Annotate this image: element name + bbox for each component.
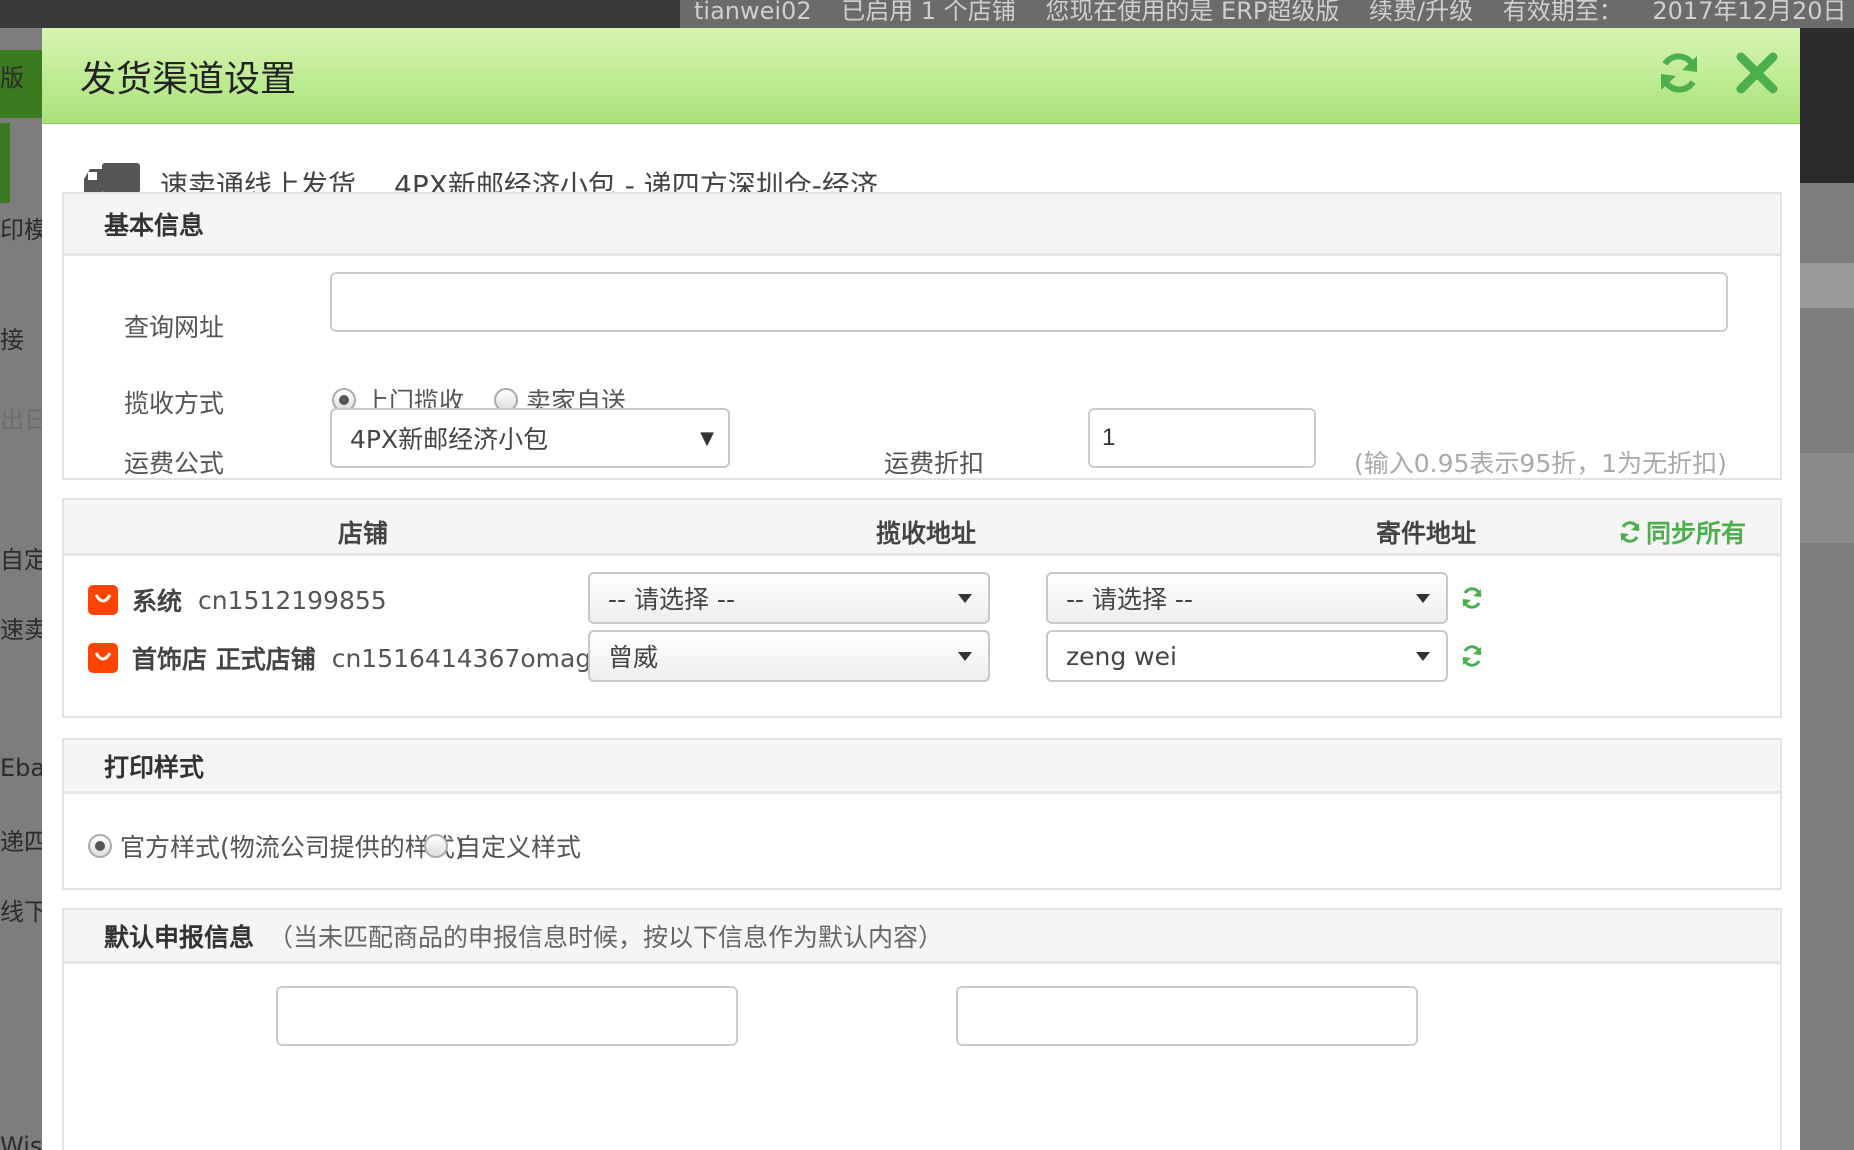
bg-left-item: 出日: [0, 406, 42, 434]
sync-all-label: 同步所有: [1646, 519, 1747, 548]
dropdown-arrow-icon: ▼: [700, 428, 714, 449]
discount-hint: (输入0.95表示95折，1为无折扣): [1354, 449, 1727, 478]
store-name: 首饰店 正式店铺: [132, 645, 316, 674]
dialog-header: 发货渠道设置: [42, 28, 1800, 124]
freight-formula-select[interactable]: 4PX新邮经济小包 ▼: [330, 408, 730, 468]
background-right-column: [1800, 28, 1854, 1150]
freight-discount-label: 运费折扣: [884, 449, 985, 478]
declare-field-2[interactable]: [956, 986, 1418, 1046]
radio-label: 自定义样式: [456, 833, 582, 862]
refresh-icon: [1620, 521, 1640, 543]
col-store: 店铺: [338, 519, 389, 548]
basic-info-header: 基本信息: [64, 194, 1780, 256]
select-value: 曾威: [608, 643, 659, 672]
sync-all-button[interactable]: 同步所有: [1618, 514, 1746, 550]
pickup-address-select[interactable]: 曾威: [588, 630, 990, 682]
store-name: 系统: [132, 587, 183, 616]
bg-left-item: 接: [0, 326, 24, 354]
query-url-input[interactable]: [330, 272, 1728, 332]
select-value: 4PX新邮经济小包: [350, 425, 549, 454]
store-row-name: 首饰店 正式店铺 cn1516414367omag: [88, 640, 591, 676]
refresh-icon[interactable]: [1656, 50, 1702, 96]
bg-left-item: Wis: [0, 1132, 42, 1150]
dialog-title: 发货渠道设置: [80, 59, 297, 100]
chevron-down-icon: [1416, 594, 1430, 603]
expiry-label: 有效期至：: [1502, 0, 1623, 25]
print-style-panel: 打印样式 官方样式(物流公司提供的样式) 自定义样式: [62, 738, 1782, 890]
radio-label: 官方样式(物流公司提供的样式): [120, 833, 465, 862]
bg-left-item: 印模: [0, 216, 42, 244]
freight-formula-label: 运费公式: [124, 449, 225, 478]
pickup-address-select[interactable]: -- 请选择 --: [588, 572, 990, 624]
select-value: zeng wei: [1066, 641, 1177, 671]
bg-left-item: 速卖: [0, 616, 42, 644]
bg-left-item: 递四: [0, 828, 42, 856]
declare-info-hint: （当未匹配商品的申报信息时候，按以下信息作为默认内容）: [268, 922, 944, 952]
sender-address-select[interactable]: zeng wei: [1046, 630, 1448, 682]
declare-info-panel: 默认申报信息 （当未匹配商品的申报信息时候，按以下信息作为默认内容）: [62, 908, 1782, 1150]
declare-info-header: 默认申报信息 （当未匹配商品的申报信息时候，按以下信息作为默认内容）: [64, 910, 1780, 964]
renew-link: 续费/升级: [1369, 0, 1474, 25]
select-value: -- 请选择 --: [608, 585, 735, 614]
shipping-channel-dialog: 发货渠道设置 速卖通线上发货 4PX新邮经济小包 - 递四方深圳仓-经济 基本信…: [42, 28, 1800, 1150]
radio-checked-icon: [88, 834, 112, 858]
col-sender-address: 寄件地址: [1376, 519, 1477, 548]
store-count: 已启用 1 个店铺: [841, 0, 1016, 25]
bg-left-item: 线下: [0, 898, 42, 926]
store-id: cn1516414367omag: [331, 643, 592, 673]
close-icon[interactable]: [1734, 50, 1780, 96]
official-style-radio[interactable]: 官方样式(物流公司提供的样式): [88, 828, 465, 864]
store-id: cn1512199855: [198, 585, 387, 615]
print-style-header: 打印样式: [64, 740, 1780, 794]
col-pickup-address: 揽收地址: [876, 519, 977, 548]
bg-left-item: 自定: [0, 546, 42, 574]
custom-style-radio[interactable]: 自定义样式: [424, 828, 581, 864]
refresh-icon[interactable]: [1460, 586, 1484, 610]
expiry-date: 2017年12月20日: [1652, 0, 1847, 25]
select-value: -- 请选择 --: [1066, 585, 1193, 614]
username: tianwei02: [694, 0, 812, 25]
bg-left-item: 版: [0, 64, 24, 92]
bg-left-item: Eba: [0, 754, 42, 782]
pickup-method-label: 揽收方式: [124, 389, 225, 418]
print-style-heading: 打印样式: [104, 752, 205, 782]
chevron-down-icon: [958, 594, 972, 603]
plan-info: 您现在使用的是 ERP超级版: [1045, 0, 1340, 25]
declare-info-heading: 默认申报信息: [104, 922, 255, 952]
basic-info-heading: 基本信息: [104, 210, 205, 240]
freight-discount-input[interactable]: [1088, 408, 1316, 468]
chevron-down-icon: [958, 652, 972, 661]
background-left-column: 版 印模 接 出日 自定 速卖 Eba 递四 线下 Wis: [0, 28, 42, 1150]
aliexpress-logo-icon: [88, 643, 118, 673]
query-url-label: 查询网址: [124, 313, 225, 342]
radio-unchecked-icon: [424, 834, 448, 858]
store-row-name: 系统 cn1512199855: [88, 582, 387, 618]
store-address-panel: 店铺 揽收地址 寄件地址 同步所有 系统 cn1512199855 -- 请选择…: [62, 498, 1782, 718]
sender-address-select[interactable]: -- 请选择 --: [1046, 572, 1448, 624]
background-top-info: tianwei02 已启用 1 个店铺 您现在使用的是 ERP超级版 续费/升级…: [680, 0, 1854, 28]
basic-info-panel: 基本信息 查询网址 揽收方式 上门揽收 卖家自送 运费公式 4PX新邮经济小包 …: [62, 192, 1782, 480]
chevron-down-icon: [1416, 652, 1430, 661]
aliexpress-logo-icon: [88, 585, 118, 615]
declare-field-1[interactable]: [276, 986, 738, 1046]
refresh-icon[interactable]: [1460, 644, 1484, 668]
